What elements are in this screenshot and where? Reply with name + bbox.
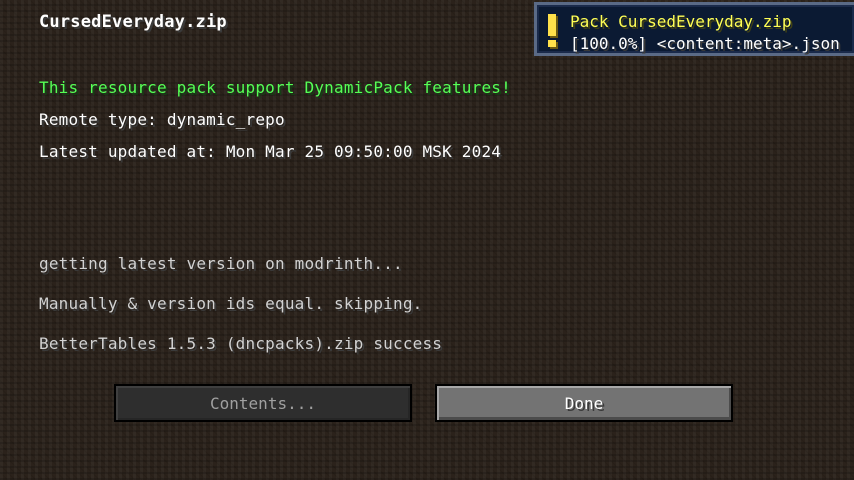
latest-updated-label: Latest updated at: Mon Mar 25 09:50:00 M… (39, 142, 502, 161)
dynamicpack-feature-notice: This resource pack support DynamicPack f… (39, 78, 511, 97)
log-line: Manually & version ids equal. skipping. (39, 294, 423, 313)
pack-update-toast: Pack CursedEveryday.zip [100.0%] <conten… (534, 2, 854, 56)
warning-exclamation-icon (548, 14, 558, 48)
toast-message: [100.0%] <content:meta>.json (570, 34, 840, 53)
log-line: BetterTables 1.5.3 (dncpacks).zip succes… (39, 334, 443, 353)
done-button[interactable]: Done (435, 384, 733, 422)
contents-button[interactable]: Contents... (114, 384, 412, 422)
toast-title: Pack CursedEveryday.zip (570, 12, 792, 31)
remote-type-label: Remote type: dynamic_repo (39, 110, 285, 129)
log-line: getting latest version on modrinth... (39, 254, 403, 273)
pack-title: CursedEveryday.zip (39, 12, 227, 32)
